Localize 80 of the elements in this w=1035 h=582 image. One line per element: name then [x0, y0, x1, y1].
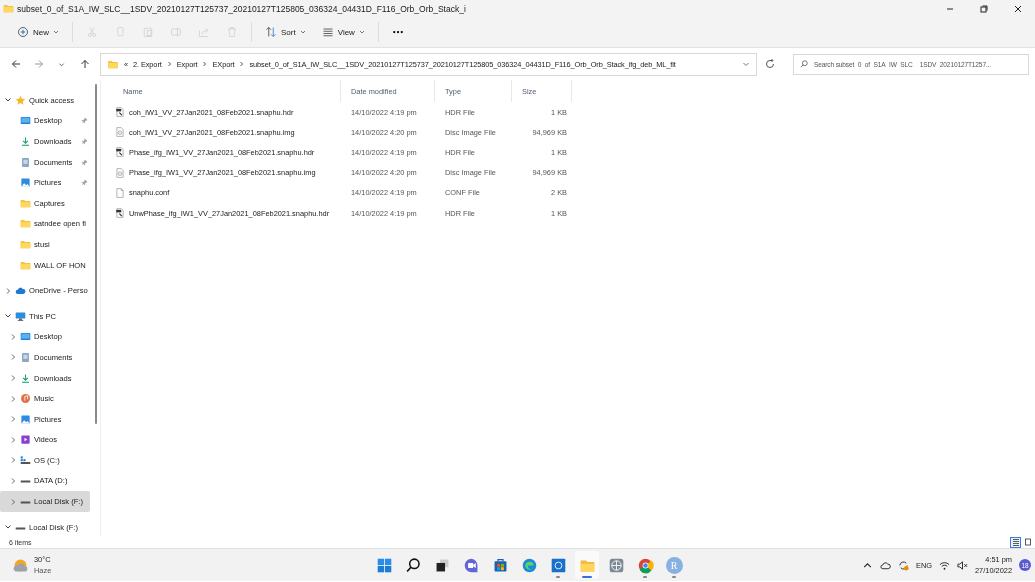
- sync-icon[interactable]: [898, 559, 909, 571]
- paste-icon: [142, 26, 154, 38]
- browser-icon: [636, 556, 654, 574]
- browser-icon: [520, 556, 538, 574]
- file-icon: [115, 106, 125, 119]
- app-icon: [549, 556, 567, 574]
- wifi-icon[interactable]: [939, 559, 950, 571]
- cloud-icon[interactable]: [880, 559, 891, 571]
- pc-icon: [15, 310, 26, 322]
- refresh-icon: [765, 59, 775, 69]
- details-view-button[interactable]: [1010, 536, 1021, 548]
- up-arrow-icon: [79, 59, 90, 69]
- tiles-view-button[interactable]: [1022, 536, 1033, 548]
- star-icon: [15, 94, 26, 106]
- pictures-icon: [20, 177, 31, 189]
- chevron-right-icon: [202, 61, 208, 67]
- music-icon: [20, 393, 31, 405]
- scissors-icon: [86, 26, 98, 38]
- chevron-right-icon[interactable]: [9, 353, 17, 362]
- file-icon: [115, 207, 125, 220]
- caret-icon: [299, 29, 306, 35]
- dropdown-icon[interactable]: [742, 60, 750, 68]
- osdrive-icon: [20, 454, 31, 466]
- chevron-down-icon: [58, 60, 65, 68]
- chevron-right-icon[interactable]: [9, 435, 17, 444]
- videos-icon: [20, 434, 31, 446]
- restore-icon: [980, 4, 988, 13]
- chevron-right-icon[interactable]: [9, 456, 17, 465]
- desktop-icon: [20, 115, 31, 127]
- back-arrow-icon: [10, 59, 21, 69]
- documents-icon: [20, 351, 31, 363]
- forward-arrow-icon: [33, 59, 44, 69]
- list-icon: [1011, 538, 1020, 546]
- folder-icon: [20, 259, 31, 271]
- chevron-right-icon[interactable]: [9, 374, 17, 382]
- chevron-right-icon: [166, 61, 172, 67]
- chevron-right-icon[interactable]: [4, 286, 12, 295]
- view-button[interactable]: View: [314, 21, 372, 43]
- list-icon: [321, 26, 334, 38]
- windows-logo-icon: [375, 556, 393, 574]
- sort-icon: [265, 26, 277, 38]
- muted-speaker-icon[interactable]: [957, 559, 968, 571]
- file-icon: [115, 186, 125, 199]
- folder-icon: [3, 3, 14, 14]
- documents-icon: [20, 156, 31, 168]
- copy-icon: [114, 26, 126, 38]
- weather-icon[interactable]: [12, 557, 29, 573]
- desktop-icon: [20, 331, 31, 343]
- chevron-right-icon[interactable]: [9, 497, 17, 506]
- close-icon: [1014, 4, 1022, 13]
- chevron-right-icon[interactable]: [9, 332, 17, 341]
- chevron-right-icon[interactable]: [9, 415, 17, 424]
- chevron-right-icon[interactable]: [9, 394, 17, 403]
- chevron-right-icon[interactable]: [9, 477, 17, 485]
- cloud-icon: [15, 285, 26, 297]
- caret-icon: [358, 29, 365, 35]
- caret-icon: [53, 29, 59, 35]
- file-icon: [115, 126, 125, 139]
- rename-icon: [170, 26, 182, 38]
- search-icon: [404, 556, 422, 574]
- scrollbar-thumb[interactable]: [95, 84, 97, 424]
- file-icon: [115, 166, 125, 179]
- new-button[interactable]: New: [10, 21, 66, 43]
- downloads-icon: [20, 136, 31, 147]
- folder-icon: [20, 197, 31, 209]
- folder-icon: [107, 58, 119, 70]
- pictures-icon: [20, 413, 31, 425]
- tile-icon: [1023, 538, 1032, 546]
- share-icon: [198, 26, 210, 38]
- folder-icon: [20, 218, 31, 230]
- trash-icon: [226, 26, 238, 38]
- chat-icon: [462, 556, 480, 574]
- downloads-icon: [20, 372, 31, 384]
- sort-button[interactable]: Sort: [258, 21, 313, 43]
- chevron-right-icon: [239, 61, 245, 67]
- plus-circle-icon: [17, 26, 29, 38]
- file-icon: [115, 146, 125, 159]
- globe-icon: [607, 556, 625, 574]
- folder-icon: [20, 238, 31, 250]
- window-title: subset_0_of_S1A_IW_SLC__1SDV_20210127T125737_20210127T125805_036324_04431D_F116_Orb_Orb_Stack_i: [17, 3, 467, 14]
